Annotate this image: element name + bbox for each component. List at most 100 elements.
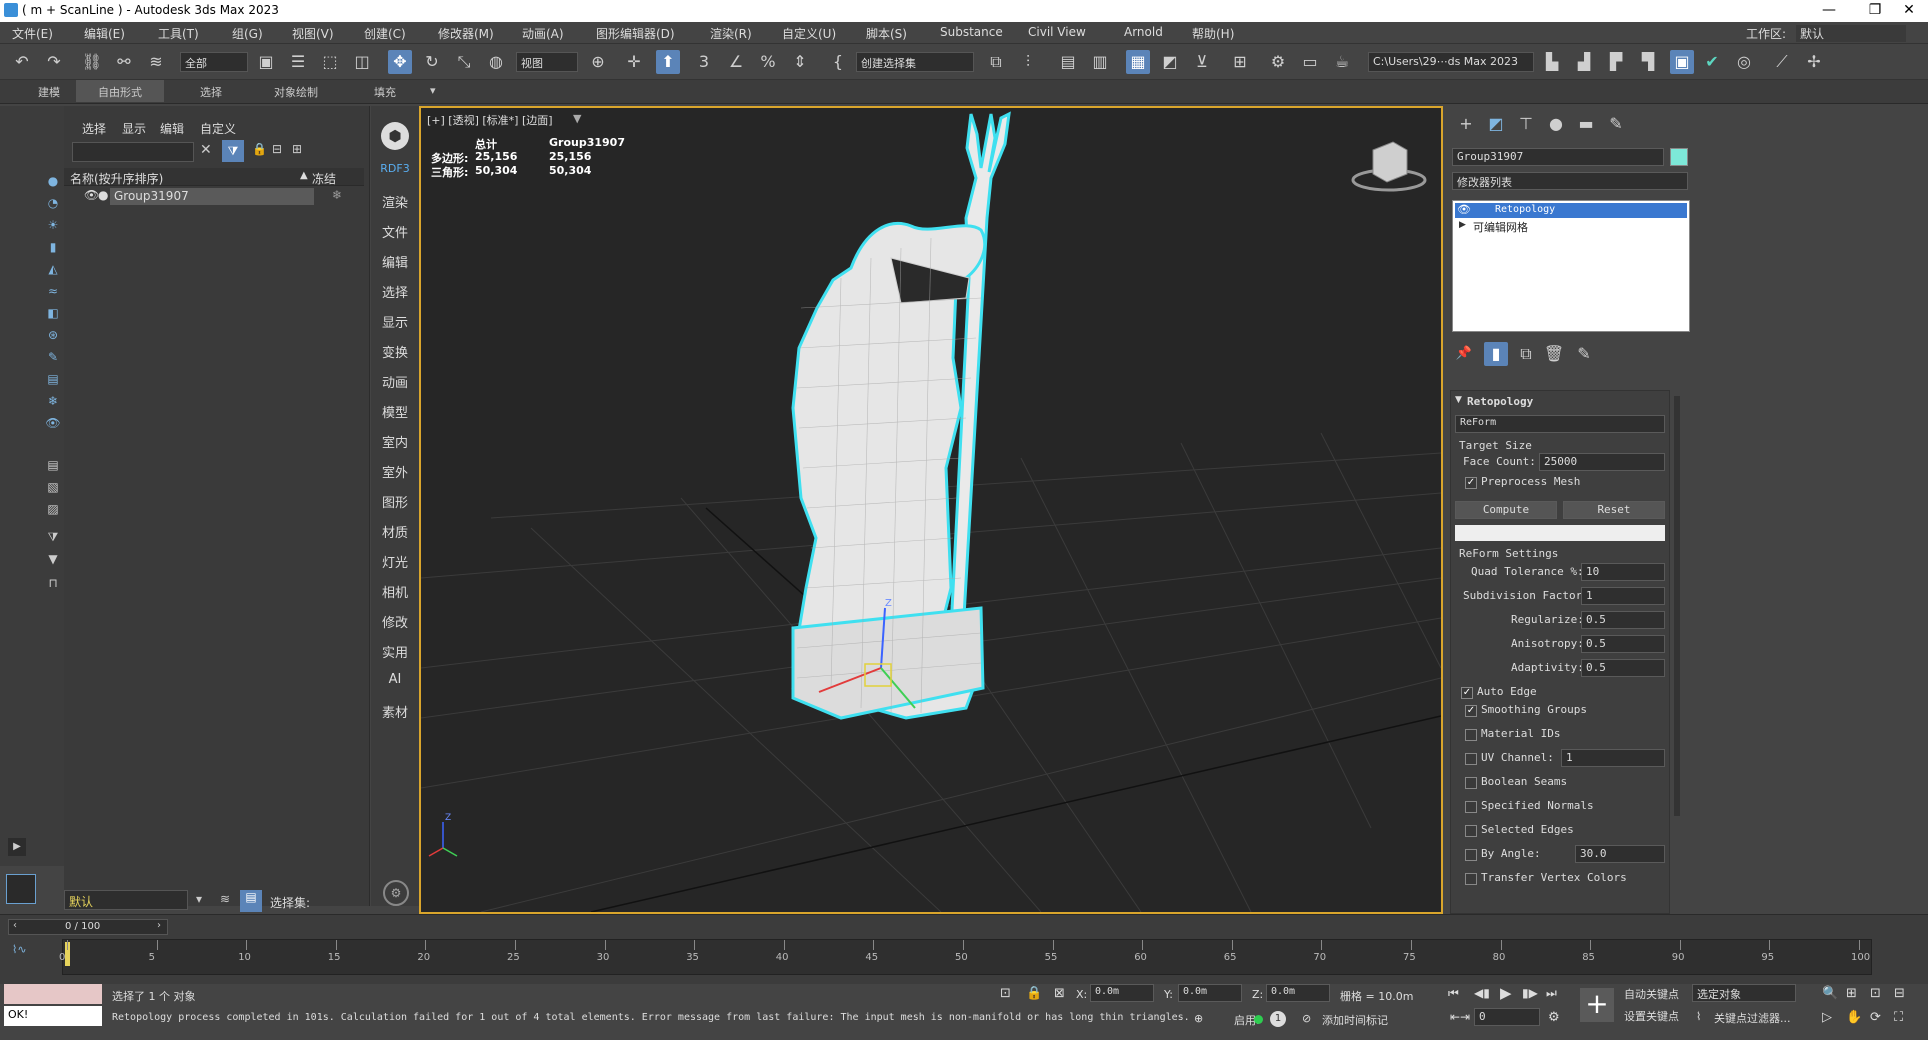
time-config-icon[interactable]: ⚙ [1548,1010,1560,1025]
menu-rendering[interactable]: 渲染(R) [710,25,752,42]
tool-icon-a[interactable]: ⟋ [1770,50,1794,74]
filter-bones-icon[interactable]: ✎ [44,350,62,368]
project-icon-3[interactable]: ▛ [1604,50,1628,74]
rollout-title[interactable]: Retopology [1467,395,1533,408]
clear-search-icon[interactable]: ✕ [200,142,212,158]
cmd-assets[interactable]: 素材 [371,702,419,721]
scene-row-name[interactable]: Group31907 [110,188,314,205]
funnel-icon[interactable]: ⧩ [44,530,62,548]
layers-stack-icon[interactable]: ≋ [220,892,230,906]
lock-icon[interactable]: ⊓ [44,576,62,594]
menu-tools[interactable]: 工具(T) [158,25,199,42]
uv-channel-checkbox[interactable] [1465,753,1477,765]
window-crossing-icon[interactable]: ◫ [350,50,374,74]
filter-geometry-icon[interactable]: ● [44,174,62,192]
link-icon[interactable]: ⛓ [80,50,104,74]
redo-icon[interactable]: ↷ [42,50,66,74]
zoom-icon[interactable]: 🔍 [1822,986,1838,1001]
display-dependents-icon[interactable]: ▨ [44,502,62,520]
info-icon[interactable]: 1 [1270,1011,1286,1027]
uv-channel-spinner[interactable]: 1 [1561,749,1665,767]
zoom-extents-icon[interactable]: ⊡ [1870,986,1881,1001]
mode-dropdown[interactable]: ReForm [1455,415,1665,433]
ribbon-tab-object-paint[interactable]: 对象绘制 [274,84,318,100]
placement-icon[interactable]: ◍ [484,50,508,74]
current-frame-spinner[interactable]: 0 [1474,1008,1540,1026]
project-path-dropdown[interactable]: C:\Users\29⋯ds Max 2023 [1368,52,1534,72]
filter-groups-icon[interactable]: ◧ [44,306,62,324]
cmd-edit[interactable]: 编辑 [371,252,419,271]
cmd-model[interactable]: 模型 [371,402,419,421]
pan-icon[interactable]: ✋ [1846,1010,1862,1025]
create-tab-icon[interactable]: + [1454,112,1478,136]
regularize-spinner[interactable]: 0.5 [1581,611,1665,629]
filter-icon[interactable]: ▼ [44,552,62,570]
material-ids-checkbox[interactable] [1465,729,1477,741]
filter-lights-icon[interactable]: ☀ [44,218,62,236]
scene-explorer-icon[interactable]: ▤ [1056,50,1080,74]
stack-eye-icon[interactable]: 👁 [1457,203,1471,216]
key-filters-button[interactable]: 关键点过滤器... [1714,1010,1791,1026]
ribbon-toggle-icon[interactable]: ▦ [1126,50,1150,74]
align-icon[interactable]: ⫶ [1016,50,1040,74]
stack-item-retopology[interactable]: 👁 Retopology [1455,203,1687,218]
statue-mesh[interactable] [791,111,1011,720]
go-to-start-icon[interactable]: ⏮ [1448,986,1459,1001]
orbit-icon[interactable]: ⟳ [1870,1010,1881,1025]
ribbon-tab-freeform[interactable]: 自由形式 [76,80,164,102]
save-icon[interactable]: ▣ [1670,50,1694,74]
maxscript-mini-listener[interactable] [4,984,102,1004]
isolate-icon[interactable]: ⊡ [1000,986,1011,1001]
object-name-field[interactable]: Group31907 [1452,148,1664,166]
menu-modifiers[interactable]: 修改器(M) [438,25,494,42]
menu-graph-editors[interactable]: 图形编辑器(D) [596,25,675,42]
preprocess-checkbox[interactable]: ✓ [1465,477,1477,489]
visibility-eye-icon[interactable]: 👁 [84,188,99,202]
reset-button[interactable]: Reset [1563,501,1665,519]
cmd-lights[interactable]: 灯光 [371,552,419,571]
project-icon-1[interactable]: ▙ [1540,50,1564,74]
cmd-utilities[interactable]: 实用 [371,642,419,661]
select-manipulate-icon[interactable]: ✛ [622,50,646,74]
layer-icon[interactable]: ▾ [196,892,202,906]
layer-dropdown[interactable]: 默认 [64,890,188,910]
x-coordinate-field[interactable]: 0.0m [1090,984,1154,1002]
explorer-menu-select[interactable]: 选择 [82,120,106,137]
filter-helpers-icon[interactable]: ◭ [44,262,62,280]
cmd-animation[interactable]: 动画 [371,372,419,391]
viewport-layout-icon[interactable] [6,874,36,904]
by-angle-checkbox[interactable] [1465,849,1477,861]
snaps-toggle-icon[interactable]: 3 [692,50,716,74]
set-key-icon[interactable]: + [1580,988,1614,1022]
filter-shapes-icon[interactable]: ◔ [44,196,62,214]
make-unique-icon[interactable]: ⧉ [1514,342,1538,366]
mirror-icon[interactable]: ⧉ [984,50,1008,74]
filter-spacewarps-icon[interactable]: ≈ [44,284,62,302]
explorer-menu-customize[interactable]: 自定义 [200,120,236,137]
curve-editor-toggle-icon[interactable]: ⌇∿ [12,943,27,956]
key-mode-icon[interactable]: ⇤⇥ [1450,1010,1470,1024]
time-slider-prev-icon[interactable]: ‹ [13,920,17,931]
face-count-spinner[interactable]: 25000 [1539,453,1665,471]
menu-animation[interactable]: 动画(A) [522,25,564,42]
auto-edge-checkbox[interactable]: ✓ [1461,687,1473,699]
minimize-button[interactable]: — [1818,2,1840,20]
time-slider-next-icon[interactable]: › [157,920,161,931]
compute-button[interactable]: Compute [1455,501,1557,519]
material-editor-icon[interactable]: ⊞ [1228,50,1252,74]
menu-help[interactable]: 帮助(H) [1192,25,1234,42]
hierarchy-icon[interactable]: ⊟ [272,142,282,156]
bind-space-warp-icon[interactable]: ≋ [144,50,168,74]
adaptivity-spinner[interactable]: 0.5 [1581,659,1665,677]
stack-item-editable-mesh[interactable]: ▶ 可编辑网格 [1455,219,1687,234]
previous-frame-icon[interactable]: ◀▮ [1474,986,1490,1000]
adaptive-degradation-icon[interactable]: ⊕ [1194,1012,1203,1025]
key-target-dropdown[interactable]: 选定对象 [1692,984,1796,1002]
layer-explorer-icon[interactable]: ▥ [1088,50,1112,74]
go-to-end-icon[interactable]: ⏭ [1546,986,1557,1001]
explorer-menu-display[interactable]: 显示 [122,120,146,137]
undo-icon[interactable]: ↶ [10,50,34,74]
cmd-cameras[interactable]: 相机 [371,582,419,601]
menu-file[interactable]: 文件(E) [12,25,53,42]
angle-snap-icon[interactable]: ∠ [724,50,748,74]
